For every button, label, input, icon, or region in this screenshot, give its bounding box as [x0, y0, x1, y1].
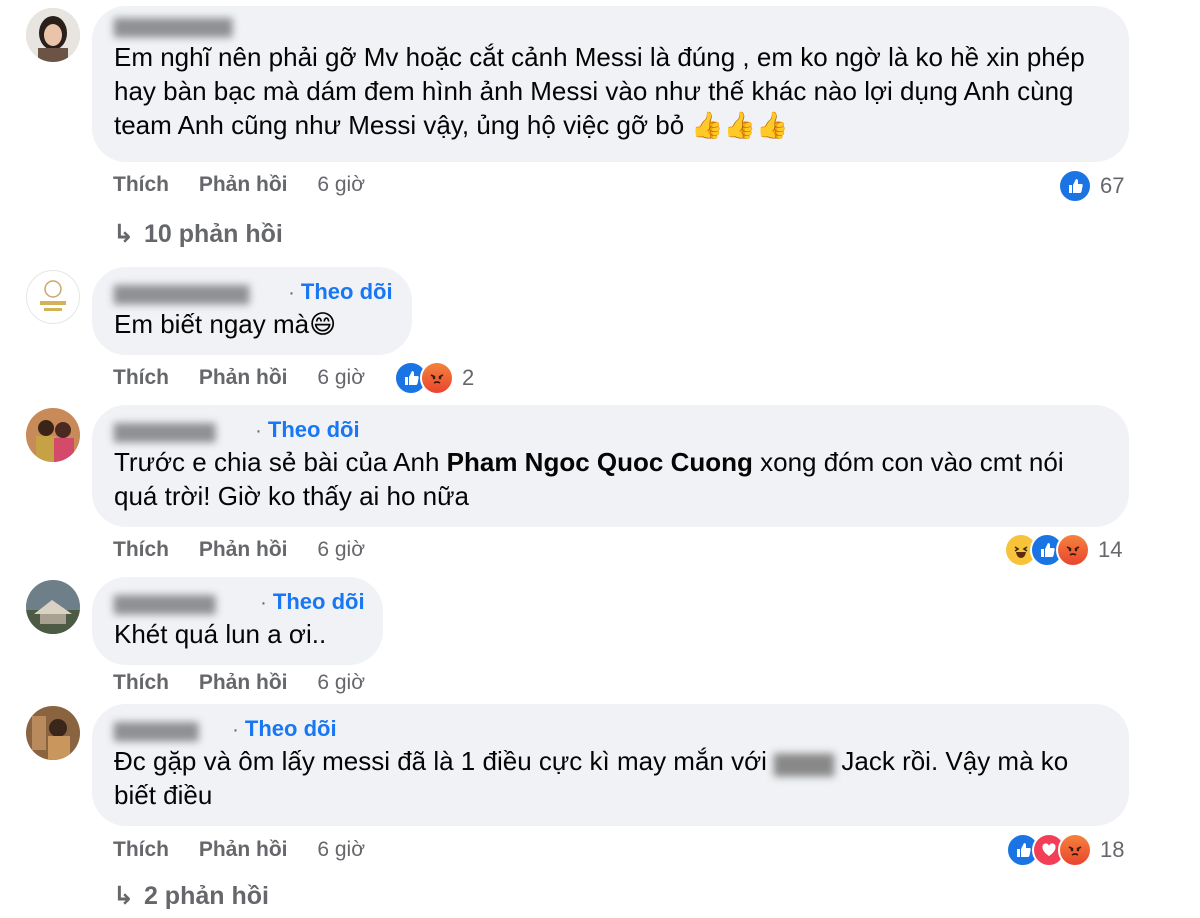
mention-link[interactable]: Pham Ngoc Quoc Cuong	[447, 447, 753, 477]
reply-button[interactable]: Phản hồi	[199, 671, 288, 694]
commenter-name[interactable]: ▆▆▆▆▆▆▆▆	[114, 277, 282, 307]
comment-actions: Thích Phản hồi 6 giờ	[113, 838, 389, 862]
avatar[interactable]	[26, 706, 80, 760]
separator-dot: ·	[288, 282, 295, 304]
comment-time[interactable]: 6 giờ	[317, 366, 365, 389]
like-button[interactable]: Thích	[113, 838, 169, 861]
angry-reaction-icon	[1058, 833, 1092, 867]
view-replies-link[interactable]: ↳ 10 phản hồi	[113, 219, 283, 249]
avatar[interactable]	[26, 8, 80, 62]
reply-button[interactable]: Phản hồi	[199, 538, 288, 561]
comment-text-part: Đc gặp và ôm lấy messi đã là 1 điều cực …	[114, 746, 775, 776]
reaction-count: 14	[1098, 537, 1123, 562]
comment-bubble: ▆▆▆▆▆▆▆ Em nghĩ nên phải gỡ Mv hoặc cắt …	[92, 6, 1129, 162]
reply-arrow-icon: ↳	[113, 220, 134, 248]
avatar[interactable]	[26, 408, 80, 462]
replies-label: 10 phản hồi	[143, 220, 283, 248]
reaction-count: 2	[462, 365, 475, 390]
comment-bubble: ▆▆▆▆▆▆ · Theo dõi Trước e chia sẻ bài củ…	[92, 405, 1129, 527]
avatar[interactable]	[26, 580, 80, 634]
commenter-name[interactable]: ▆▆▆▆▆	[114, 714, 226, 744]
follow-button[interactable]: Theo dõi	[268, 417, 360, 442]
commenter-header: ▆▆▆▆▆▆ · Theo dõi	[114, 415, 1107, 445]
comment-time[interactable]: 6 giờ	[317, 838, 365, 861]
commenter-header: ▆▆▆▆▆ · Theo dõi	[114, 714, 1107, 744]
like-reaction-icon	[1058, 169, 1092, 203]
comment-text: Em nghĩ nên phải gỡ Mv hoặc cắt cảnh Mes…	[114, 42, 1085, 140]
separator-dot: ·	[260, 592, 267, 614]
separator-dot: ·	[255, 420, 262, 442]
reply-button[interactable]: Phản hồi	[199, 366, 288, 389]
like-button[interactable]: Thích	[113, 538, 169, 561]
comment-text: Đc gặp và ôm lấy messi đã là 1 điều cực …	[114, 744, 1104, 812]
comment-text: Trước e chia sẻ bài của Anh Pham Ngoc Qu…	[114, 445, 1104, 513]
like-button[interactable]: Thích	[113, 173, 169, 196]
comment-time[interactable]: 6 giờ	[317, 173, 365, 196]
reaction-summary[interactable]: 2	[394, 361, 474, 395]
commenter-name[interactable]: ▆▆▆▆▆▆	[114, 587, 254, 617]
reaction-summary[interactable]: 18	[1006, 833, 1124, 867]
comment-bubble: ▆▆▆▆▆ · Theo dõi Đc gặp và ôm lấy messi …	[92, 704, 1129, 826]
reply-button[interactable]: Phản hồi	[199, 173, 288, 196]
replies-label: 2 phản hồi	[143, 882, 269, 910]
comment-text-part: Trước e chia sẻ bài của Anh	[114, 447, 447, 477]
like-button[interactable]: Thích	[113, 671, 169, 694]
blurred-word: ▆▆▆	[774, 746, 835, 776]
comment-actions: Thích Phản hồi 6 giờ	[113, 173, 389, 197]
comment-bubble: ▆▆▆▆▆▆▆▆ · Theo dõi Em biết ngay mà😄	[92, 267, 412, 355]
commenter-header: ▆▆▆▆▆▆ · Theo dõi	[114, 587, 365, 617]
commenter-header: ▆▆▆▆▆▆▆▆ · Theo dõi	[114, 277, 393, 307]
comment-text: Khét quá lun a ơi..	[114, 619, 327, 649]
comment-actions: Thích Phản hồi 6 giờ	[113, 671, 389, 695]
commenter-name[interactable]: ▆▆▆▆▆▆▆	[114, 10, 1107, 40]
reaction-count: 18	[1100, 837, 1125, 862]
follow-button[interactable]: Theo dõi	[301, 279, 393, 304]
comment-bubble: ▆▆▆▆▆▆ · Theo dõi Khét quá lun a ơi..	[92, 577, 383, 665]
reply-button[interactable]: Phản hồi	[199, 838, 288, 861]
follow-button[interactable]: Theo dõi	[245, 716, 337, 741]
reaction-summary[interactable]: 67	[1058, 169, 1124, 203]
view-replies-link[interactable]: ↳ 2 phản hồi	[113, 881, 269, 911]
reaction-summary[interactable]: 14	[1004, 533, 1122, 567]
comment-actions: Thích Phản hồi 6 giờ	[113, 538, 389, 562]
comment-text: Em biết ngay mà😄	[114, 309, 337, 339]
commenter-name[interactable]: ▆▆▆▆▆▆	[114, 415, 249, 445]
reply-arrow-icon: ↳	[113, 882, 134, 910]
comment-time[interactable]: 6 giờ	[317, 671, 365, 694]
avatar[interactable]	[26, 270, 80, 324]
follow-button[interactable]: Theo dõi	[273, 589, 365, 614]
like-button[interactable]: Thích	[113, 366, 169, 389]
separator-dot: ·	[232, 719, 239, 741]
reaction-count: 67	[1100, 173, 1125, 198]
angry-reaction-icon	[420, 361, 454, 395]
comment-actions: Thích Phản hồi 6 giờ	[113, 366, 389, 390]
angry-reaction-icon	[1056, 533, 1090, 567]
comment-time[interactable]: 6 giờ	[317, 538, 365, 561]
